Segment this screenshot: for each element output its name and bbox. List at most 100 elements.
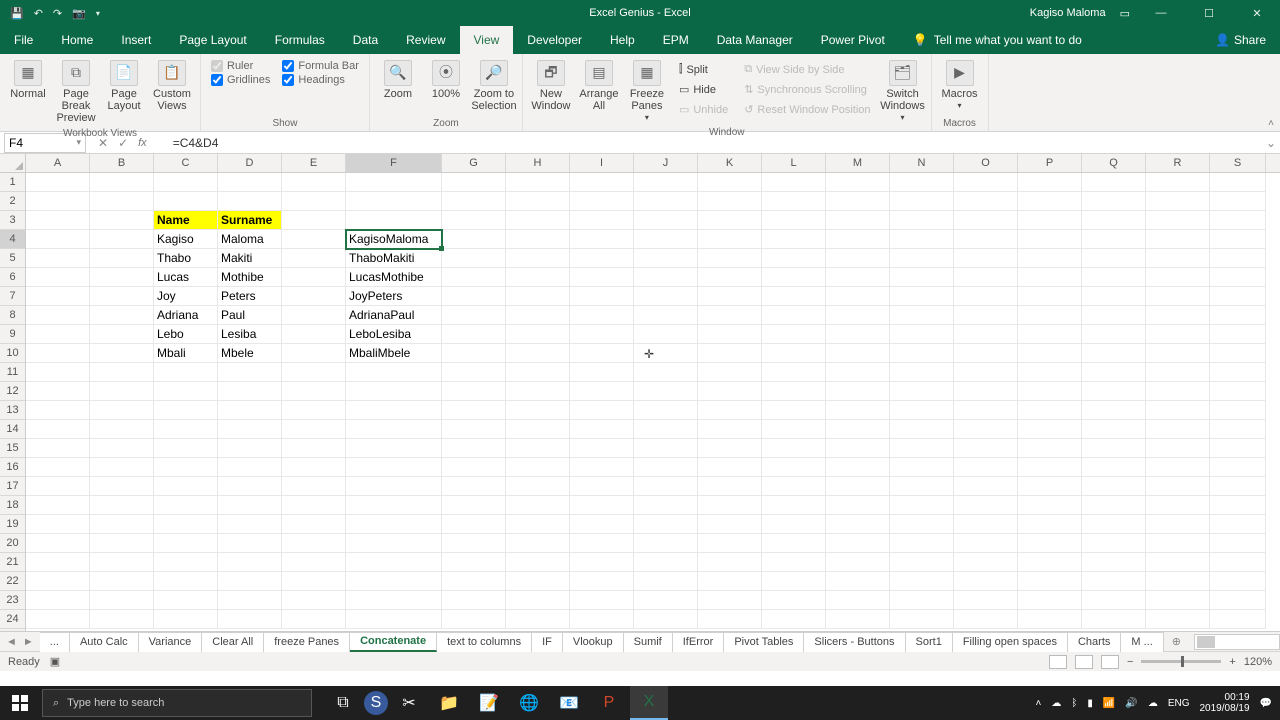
col-header-A[interactable]: A — [26, 154, 90, 172]
cell-K16[interactable] — [698, 458, 762, 477]
cell-J9[interactable] — [634, 325, 698, 344]
language-indicator[interactable]: ENG — [1168, 698, 1190, 709]
cell-Q22[interactable] — [1082, 572, 1146, 591]
cell-R17[interactable] — [1146, 477, 1210, 496]
cell-A11[interactable] — [26, 363, 90, 382]
cell-J6[interactable] — [634, 268, 698, 287]
cell-L12[interactable] — [762, 382, 826, 401]
cell-A4[interactable] — [26, 230, 90, 249]
row-header-9[interactable]: 9 — [0, 325, 25, 344]
cell-R5[interactable] — [1146, 249, 1210, 268]
cell-O3[interactable] — [954, 211, 1018, 230]
cell-S16[interactable] — [1210, 458, 1266, 477]
cell-L14[interactable] — [762, 420, 826, 439]
cell-I15[interactable] — [570, 439, 634, 458]
col-header-C[interactable]: C — [154, 154, 218, 172]
tab-file[interactable]: File — [0, 26, 47, 54]
cell-E6[interactable] — [282, 268, 346, 287]
cell-D18[interactable] — [218, 496, 282, 515]
cell-I17[interactable] — [570, 477, 634, 496]
cell-P7[interactable] — [1018, 287, 1082, 306]
collapse-ribbon-icon[interactable]: ˄ — [1268, 118, 1274, 129]
row-header-4[interactable]: 4 — [0, 230, 25, 249]
cell-B14[interactable] — [90, 420, 154, 439]
cell-L17[interactable] — [762, 477, 826, 496]
tab-insert[interactable]: Insert — [107, 26, 165, 54]
zoom-in-icon[interactable]: + — [1229, 656, 1235, 668]
cell-L23[interactable] — [762, 591, 826, 610]
cell-F24[interactable] — [346, 610, 442, 629]
cell-Q9[interactable] — [1082, 325, 1146, 344]
sheet-tab-sort1[interactable]: Sort1 — [906, 632, 953, 652]
minimize-button[interactable]: — — [1144, 0, 1178, 26]
cell-S18[interactable] — [1210, 496, 1266, 515]
normal-view-icon[interactable] — [1049, 655, 1067, 669]
col-header-D[interactable]: D — [218, 154, 282, 172]
cell-E11[interactable] — [282, 363, 346, 382]
cell-O6[interactable] — [954, 268, 1018, 287]
cell-K18[interactable] — [698, 496, 762, 515]
cell-P17[interactable] — [1018, 477, 1082, 496]
cell-A6[interactable] — [26, 268, 90, 287]
cell-B16[interactable] — [90, 458, 154, 477]
cell-O12[interactable] — [954, 382, 1018, 401]
sheet-tab-vlookup[interactable]: Vlookup — [563, 632, 624, 652]
cell-P3[interactable] — [1018, 211, 1082, 230]
cell-D4[interactable]: Maloma — [218, 230, 282, 249]
col-header-L[interactable]: L — [762, 154, 826, 172]
cell-S11[interactable] — [1210, 363, 1266, 382]
cell-P16[interactable] — [1018, 458, 1082, 477]
cell-Q12[interactable] — [1082, 382, 1146, 401]
cell-E20[interactable] — [282, 534, 346, 553]
cell-C11[interactable] — [154, 363, 218, 382]
cell-N7[interactable] — [890, 287, 954, 306]
page-break-button[interactable]: ⧉Page Break Preview — [54, 58, 98, 124]
cell-K13[interactable] — [698, 401, 762, 420]
cell-J23[interactable] — [634, 591, 698, 610]
cell-P13[interactable] — [1018, 401, 1082, 420]
cell-H16[interactable] — [506, 458, 570, 477]
cell-S3[interactable] — [1210, 211, 1266, 230]
explorer-icon[interactable]: 📁 — [430, 686, 468, 720]
cell-H7[interactable] — [506, 287, 570, 306]
cell-P12[interactable] — [1018, 382, 1082, 401]
cell-A12[interactable] — [26, 382, 90, 401]
cell-F6[interactable]: LucasMothibe — [346, 268, 442, 287]
row-header-10[interactable]: 10 — [0, 344, 25, 363]
cell-D3[interactable]: Surname — [218, 211, 282, 230]
zoom-out-icon[interactable]: − — [1127, 656, 1133, 668]
col-header-S[interactable]: S — [1210, 154, 1266, 172]
close-button[interactable]: ✕ — [1240, 0, 1274, 26]
cell-G17[interactable] — [442, 477, 506, 496]
worksheet-grid[interactable]: 123456789101112131415161718192021222324 … — [0, 173, 1280, 631]
cell-O4[interactable] — [954, 230, 1018, 249]
cell-H2[interactable] — [506, 192, 570, 211]
cell-M8[interactable] — [826, 306, 890, 325]
cell-B7[interactable] — [90, 287, 154, 306]
save-icon[interactable]: 💾 — [10, 7, 24, 20]
sheet-tab-filling-open-spaces[interactable]: Filling open spaces — [953, 632, 1068, 652]
qat-dropdown-icon[interactable]: ▾ — [96, 9, 100, 18]
cell-I20[interactable] — [570, 534, 634, 553]
sheet-tab-if[interactable]: IF — [532, 632, 563, 652]
cell-J19[interactable] — [634, 515, 698, 534]
cell-F13[interactable] — [346, 401, 442, 420]
cell-I18[interactable] — [570, 496, 634, 515]
cell-E17[interactable] — [282, 477, 346, 496]
macro-record-icon[interactable]: ▣ — [50, 655, 60, 668]
cell-B23[interactable] — [90, 591, 154, 610]
cell-H6[interactable] — [506, 268, 570, 287]
cell-R2[interactable] — [1146, 192, 1210, 211]
row-header-12[interactable]: 12 — [0, 382, 25, 401]
chrome-icon[interactable]: 🌐 — [510, 686, 548, 720]
cell-Q15[interactable] — [1082, 439, 1146, 458]
cell-F23[interactable] — [346, 591, 442, 610]
cell-O8[interactable] — [954, 306, 1018, 325]
cell-K10[interactable] — [698, 344, 762, 363]
col-header-N[interactable]: N — [890, 154, 954, 172]
sheet-tab-slicers-buttons[interactable]: Slicers - Buttons — [804, 632, 905, 652]
sheet-nav[interactable]: ◄► — [0, 636, 40, 648]
cell-F16[interactable] — [346, 458, 442, 477]
cell-M18[interactable] — [826, 496, 890, 515]
cell-R24[interactable] — [1146, 610, 1210, 629]
